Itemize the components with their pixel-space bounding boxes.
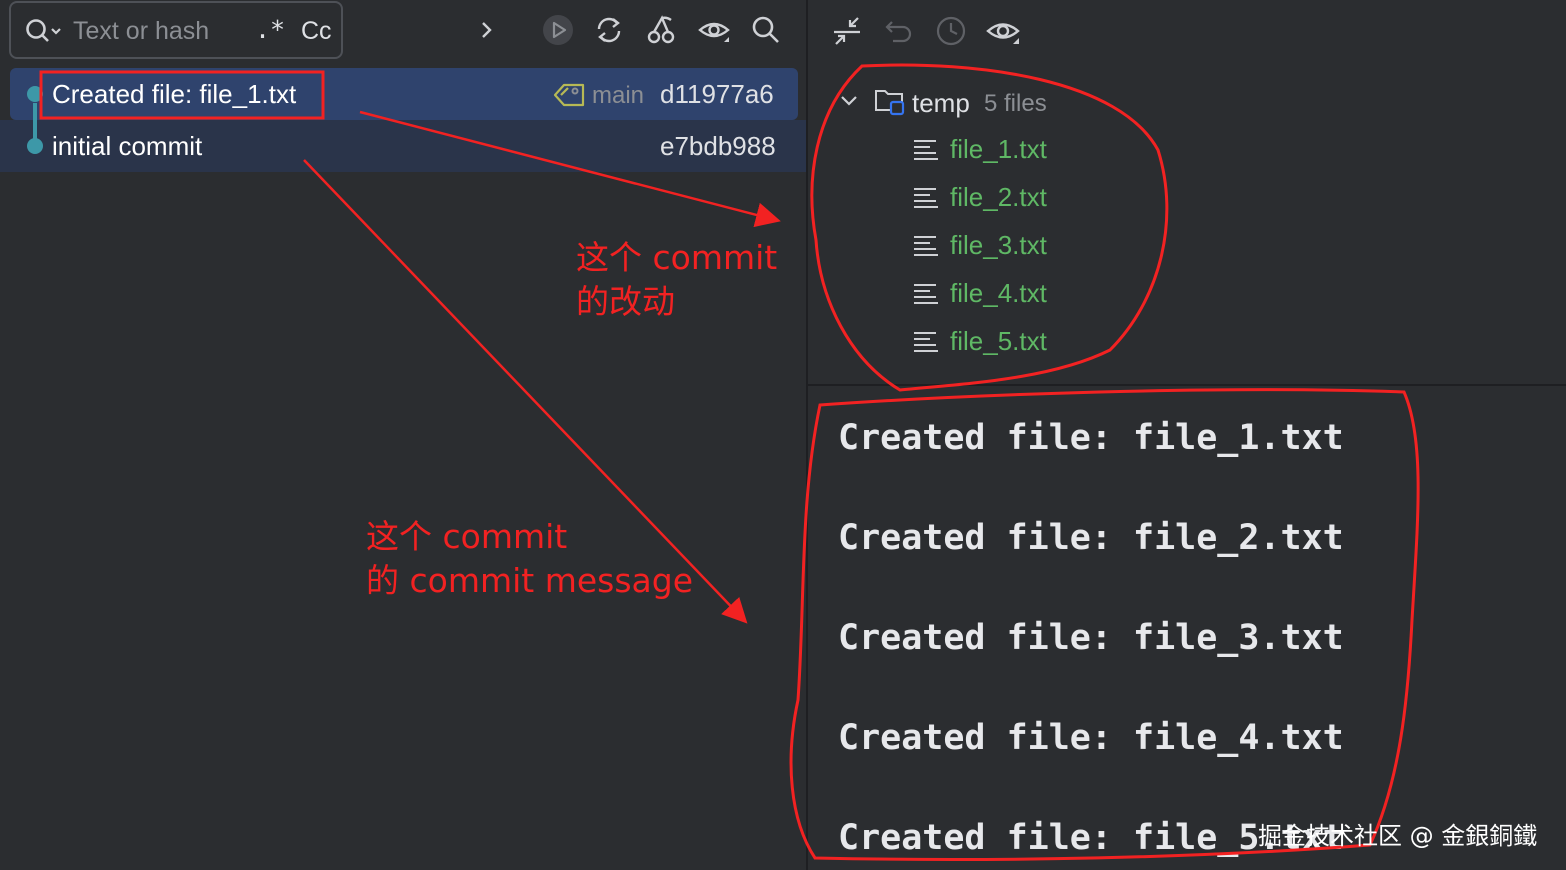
message-line: Created file: file_4.txt (838, 718, 1344, 758)
text-file-icon (912, 138, 940, 162)
log-toolbar: .* Cc (0, 0, 806, 64)
text-file-icon (912, 234, 940, 258)
match-case-toggle[interactable]: Cc (301, 17, 332, 46)
collapse-icon[interactable] (828, 12, 866, 50)
undo-icon[interactable] (880, 12, 918, 50)
chevron-down-icon[interactable] (838, 90, 860, 112)
commit-message-panel: Created file: file_1.txt Created file: f… (808, 386, 1566, 870)
commit-log-pane: .* Cc (0, 0, 806, 870)
run-icon[interactable] (540, 12, 576, 48)
message-line: Created file: file_1.txt (838, 418, 1344, 458)
text-file-icon (912, 330, 940, 354)
tree-folder-temp[interactable]: temp 5 files (838, 84, 1238, 120)
branch-label: main (592, 82, 645, 109)
file-name: file_4.txt (950, 278, 1047, 308)
changes-annotation: 这个 commit 的改动 (576, 236, 777, 324)
history-icon[interactable] (932, 12, 970, 50)
file-row[interactable]: file_1.txt (912, 132, 1212, 168)
search-input[interactable] (73, 13, 243, 49)
commit-row-selected[interactable]: Created file: file_1.txt main d11977a6 (0, 68, 806, 120)
eye-icon[interactable] (696, 12, 732, 48)
refresh-icon[interactable] (591, 12, 627, 48)
cherry-pick-icon[interactable] (643, 12, 679, 48)
folder-icon (874, 86, 906, 116)
file-row[interactable]: file_3.txt (912, 228, 1212, 264)
search-history-icon[interactable] (25, 17, 63, 47)
chevron-right-icon[interactable] (468, 12, 504, 48)
tag-icon (552, 82, 586, 108)
commit-details-pane: temp 5 files file_1.txt file_2.txt file_… (808, 0, 1566, 870)
message-annotation-line1: 这个 commit (366, 517, 568, 556)
file-count: 5 files (984, 90, 1047, 117)
graph-edge (33, 103, 37, 147)
message-annotation: 这个 commit 的 commit message (366, 515, 693, 603)
commit-message: Created file: file_1.txt (52, 79, 297, 109)
file-row[interactable]: file_2.txt (912, 180, 1212, 216)
text-file-icon (912, 186, 940, 210)
watermark: 掘金技术社区 @ 金銀銅鐵 (1258, 822, 1538, 850)
file-name: file_1.txt (950, 134, 1047, 164)
commit-hash: d11977a6 (660, 79, 774, 109)
eye-icon[interactable] (984, 12, 1022, 50)
message-line: Created file: file_2.txt (838, 518, 1344, 558)
regex-toggle[interactable]: .* (255, 15, 285, 44)
file-row[interactable]: file_5.txt (912, 324, 1212, 360)
commit-row[interactable]: initial commit e7bdb988 (0, 120, 806, 172)
file-row[interactable]: file_4.txt (912, 276, 1212, 312)
search-box[interactable]: .* Cc (9, 1, 343, 59)
search-icon[interactable] (748, 12, 784, 48)
file-name: file_5.txt (950, 326, 1047, 356)
message-line: Created file: file_3.txt (838, 618, 1344, 658)
changes-annotation-line1: 这个 commit (576, 238, 778, 277)
text-file-icon (912, 282, 940, 306)
commit-hash: e7bdb988 (660, 131, 776, 161)
graph-node (27, 86, 43, 102)
folder-name: temp (912, 88, 970, 118)
file-name: file_2.txt (950, 182, 1047, 212)
file-name: file_3.txt (950, 230, 1047, 260)
message-annotation-line2: 的 commit message (366, 561, 694, 600)
changes-annotation-line2: 的改动 (576, 282, 675, 321)
commit-message: initial commit (52, 131, 203, 161)
